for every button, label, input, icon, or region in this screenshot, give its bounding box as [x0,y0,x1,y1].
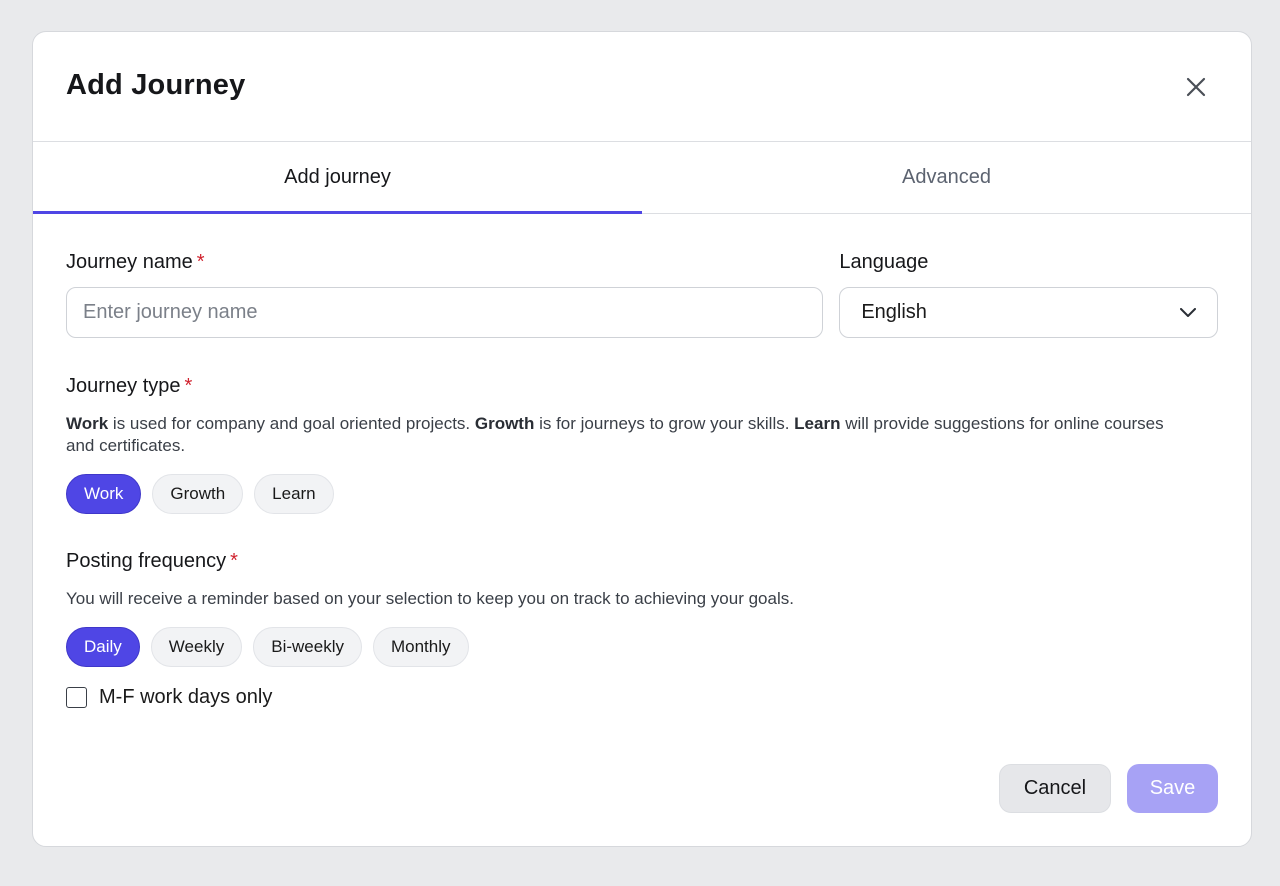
workdays-only-label[interactable]: M-F work days only [99,686,272,709]
required-mark: * [196,251,205,273]
posting-frequency-section: Posting frequency * You will receive a re… [66,548,1218,709]
posting-frequency-options: Daily Weekly Bi-weekly Monthly [66,627,1218,667]
posting-frequency-label: Posting frequency * [66,550,238,572]
required-mark: * [230,550,238,572]
journey-type-description: Work is used for company and goal orient… [66,414,1164,455]
language-label: Language [839,251,929,273]
journey-type-section: Journey type * Work is used for company a… [66,373,1218,514]
frequency-monthly[interactable]: Monthly [372,627,469,667]
language-field: Language English [839,249,1218,338]
journey-name-field: Journey name * [66,249,824,338]
save-button[interactable]: Save [1127,764,1218,813]
modal-footer: Cancel Save [999,764,1218,813]
close-icon [1186,77,1206,97]
frequency-weekly[interactable]: Weekly [150,627,243,667]
frequency-biweekly[interactable]: Bi-weekly [253,627,362,667]
frequency-daily[interactable]: Daily [66,627,140,667]
modal-header: Add Journey [33,32,1251,142]
modal-title: Add Journey [66,69,246,101]
chevron-down-icon [1180,307,1196,317]
journey-type-growth[interactable]: Growth [152,474,244,514]
journey-type-learn[interactable]: Learn [254,474,334,514]
journey-name-label: Journey name * [66,251,205,273]
journey-type-options: Work Growth Learn [66,474,1218,514]
close-button[interactable] [1181,72,1211,102]
tab-add-journey[interactable]: Add journey [33,142,642,214]
tab-advanced[interactable]: Advanced [642,142,1251,213]
posting-frequency-description: You will receive a reminder based on you… [66,589,794,608]
required-mark: * [184,375,193,397]
journey-type-label: Journey type * [66,375,193,397]
journey-name-input[interactable] [66,287,824,338]
language-selected-value: English [861,301,927,323]
cancel-button[interactable]: Cancel [999,764,1111,813]
form-body: Journey name* Language English Journey t… [33,249,1251,709]
workdays-only-checkbox[interactable] [66,687,87,708]
add-journey-modal: Add Journey Add journey Advanced Journey… [32,31,1252,847]
language-select[interactable]: English [839,287,1218,338]
journey-type-work[interactable]: Work [66,474,142,514]
tab-bar: Add journey Advanced [33,142,1251,214]
workdays-only-row: M-F work days only [66,686,1218,709]
